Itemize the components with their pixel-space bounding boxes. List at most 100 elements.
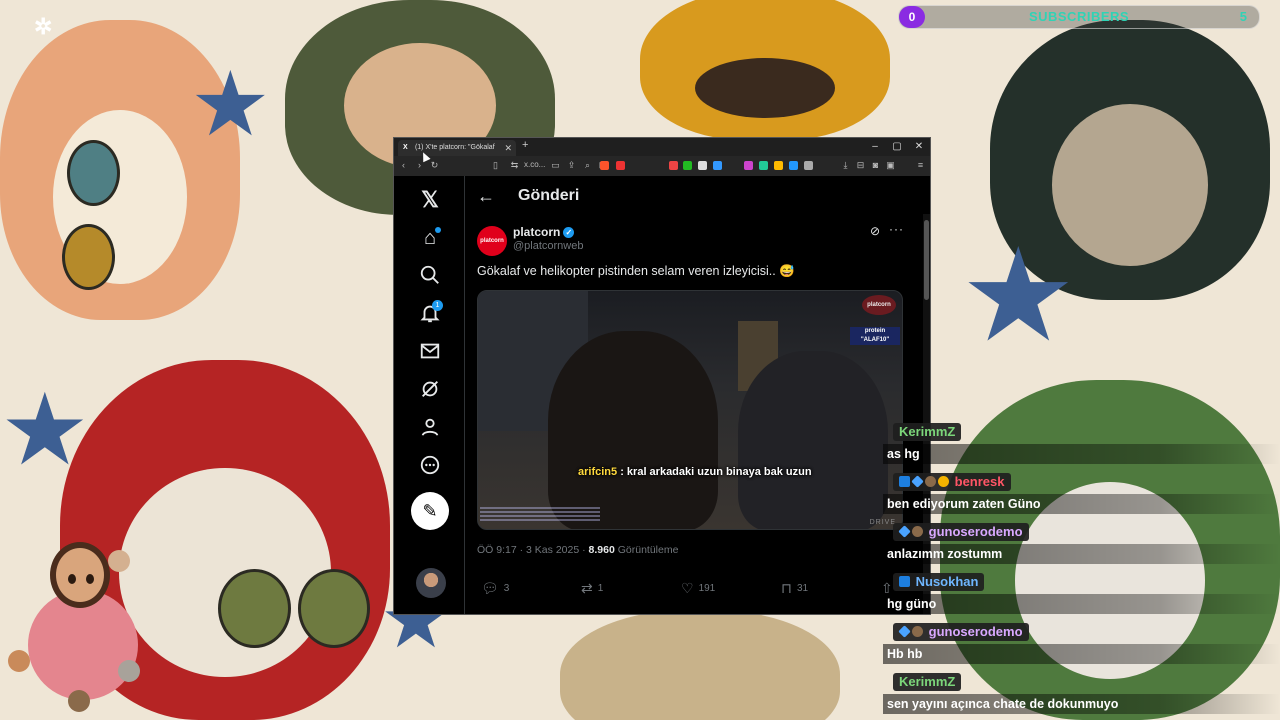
sub-badge-icon — [898, 625, 911, 638]
bookmark-icon[interactable]: ▯ — [490, 160, 501, 171]
stream-logo-icon: ✲ — [34, 14, 53, 39]
overlay-separator: : — [617, 466, 627, 478]
chat-username-text: benresk — [954, 474, 1005, 489]
wallet-icon[interactable]: ▣ — [885, 160, 896, 171]
video-person-right — [738, 351, 888, 529]
browser-window: X (1) X'te platcorn: "Gökalaf ve h ✕ + –… — [393, 137, 931, 615]
streamer-cat-decoration — [118, 660, 140, 682]
back-arrow-icon[interactable]: ← — [477, 186, 495, 207]
menu-icon[interactable]: ≡ — [915, 160, 926, 171]
extension-icon[interactable] — [698, 161, 707, 170]
post-views-label: Görüntüleme — [617, 544, 679, 556]
chat-message: Nusokhan hg güno — [883, 568, 1280, 618]
chat-username: benresk — [893, 473, 1011, 491]
minimize-button[interactable]: – — [864, 138, 886, 156]
history-icon[interactable]: ⊟ — [855, 160, 866, 171]
search-icon[interactable] — [418, 264, 442, 288]
brave-rewards-icon[interactable] — [616, 161, 625, 170]
cat-badge-icon — [912, 526, 923, 537]
chat-username: gunoserodemo — [893, 523, 1029, 541]
author-name-row[interactable]: platcorn ✓ — [513, 225, 575, 239]
zoom-icon[interactable]: ⌕ — [582, 160, 593, 171]
chat-message: benresk ben ediyorum zaten Güno — [883, 468, 1280, 518]
more-options-icon[interactable]: ··· — [889, 222, 904, 236]
repost-button[interactable]: ⇄ 1 — [581, 580, 603, 597]
post-time[interactable]: ÖÖ 9:17 — [477, 544, 517, 556]
page-title: Gönderi — [518, 187, 580, 204]
reply-button[interactable]: 💬︎ 3 — [481, 580, 509, 597]
post-date[interactable]: 3 Kas 2025 — [526, 544, 579, 556]
cast-icon[interactable]: ▭ — [550, 160, 561, 171]
account-avatar[interactable] — [416, 568, 446, 598]
extension-icon[interactable] — [713, 161, 722, 170]
grok-explain-icon[interactable]: ⊘ — [870, 224, 880, 238]
camera-icon[interactable]: ◙ — [870, 160, 881, 171]
messages-mail-icon[interactable] — [418, 340, 442, 364]
like-button[interactable]: ♡ 191 — [681, 580, 715, 597]
download-icon[interactable]: ⤓ — [840, 160, 851, 171]
streamer-head — [50, 542, 110, 608]
x-favicon-icon: X — [403, 144, 408, 151]
extension-icon[interactable] — [683, 161, 692, 170]
overlay-message: kral arkadaki uzun binaya bak uzun — [626, 466, 812, 478]
post-meta: ÖÖ 9:17 · 3 Kas 2025 · 8.960 Görüntüleme — [477, 544, 679, 556]
extension-icon[interactable] — [804, 161, 813, 170]
chat-message-text: hg güno — [883, 594, 1280, 614]
video-chat-log — [480, 505, 600, 525]
share-icon[interactable]: ⇪ — [566, 160, 577, 171]
post-video[interactable]: platcorn protein "ALAF10" arifcin5 : kra… — [477, 290, 903, 530]
extension-icon[interactable] — [759, 161, 768, 170]
streamer-cat-decoration — [68, 690, 90, 712]
reload-icon[interactable]: ↻ — [429, 160, 440, 171]
home-unread-dot — [435, 227, 441, 233]
brave-shield-icon[interactable] — [600, 161, 609, 170]
author-handle[interactable]: @platcornweb — [513, 240, 583, 252]
extension-icon[interactable] — [789, 161, 798, 170]
overlay-username: arifcin5 — [578, 466, 618, 478]
x-main-column: ← Gönderi platcorn platcorn ✓ @platcornwe… — [465, 176, 922, 614]
x-sidebar: 𝕏 ⌂ 1 ✎ — [394, 176, 465, 614]
repost-count: 1 — [597, 583, 604, 595]
streamer-eye — [86, 574, 94, 584]
close-window-button[interactable]: ✕ — [908, 138, 930, 156]
post-views-count: 8.960 — [588, 544, 615, 556]
chat-username: KerimmZ — [893, 423, 962, 441]
video-chat-overlay: arifcin5 : kral arkadaki uzun binaya bak… — [578, 466, 812, 478]
extension-icon[interactable] — [744, 161, 753, 170]
browser-tab[interactable]: X (1) X'te platcorn: "Gökalaf ve h ✕ — [398, 140, 516, 156]
chat-message: KerimmZ as hg — [883, 418, 1280, 468]
site-info-icon[interactable]: ⇆ — [509, 160, 520, 171]
verified-badge-icon: ✓ — [563, 227, 575, 239]
more-circle-icon[interactable] — [418, 454, 442, 478]
x-logo-icon[interactable]: 𝕏 — [418, 188, 442, 212]
close-tab-icon[interactable]: ✕ — [504, 140, 512, 156]
stream-chat: KerimmZ as hg benresk ben ediyorum zaten… — [883, 418, 1280, 718]
bookmark-count: 31 — [796, 583, 809, 595]
maximize-button[interactable]: ▢ — [886, 138, 908, 156]
back-nav-icon[interactable]: ‹ — [398, 160, 409, 171]
sub-badge-icon — [911, 475, 924, 488]
author-display-name[interactable]: platcorn — [513, 225, 560, 239]
compose-post-button[interactable]: ✎ — [411, 492, 449, 530]
post-text: Gökalaf ve helikopter pistinden selam ve… — [477, 264, 795, 278]
scrollbar-thumb[interactable] — [924, 220, 929, 300]
author-avatar[interactable]: platcorn — [477, 226, 507, 256]
chat-username-text: gunoserodemo — [928, 524, 1023, 539]
bookmark-button[interactable]: ⊓ 31 — [781, 580, 808, 597]
prime-badge-icon — [899, 576, 910, 587]
promo-line-1: protein — [864, 328, 886, 334]
repost-icon: ⇄ — [581, 580, 593, 596]
extension-icon[interactable] — [669, 161, 678, 170]
address-bar[interactable]: x.co... — [524, 160, 545, 169]
streamer-eye — [68, 574, 76, 584]
chat-message: gunoserodemo anlazımm zostumm — [883, 518, 1280, 568]
chat-message-text: ben ediyorum zaten Güno — [883, 494, 1280, 514]
x-page: 𝕏 ⌂ 1 ✎ ← Gönderi platcorn platcorn ✓ @p… — [394, 176, 930, 614]
reply-count: 3 — [503, 583, 510, 595]
extension-icon[interactable] — [774, 161, 783, 170]
chat-message: KerimmZ sen yayını açınca chate de dokun… — [883, 668, 1280, 718]
grok-icon[interactable] — [418, 378, 442, 402]
new-tab-button[interactable]: + — [522, 139, 528, 151]
wallpaper-star: ★ — [0, 374, 90, 486]
profile-icon[interactable] — [418, 416, 442, 440]
